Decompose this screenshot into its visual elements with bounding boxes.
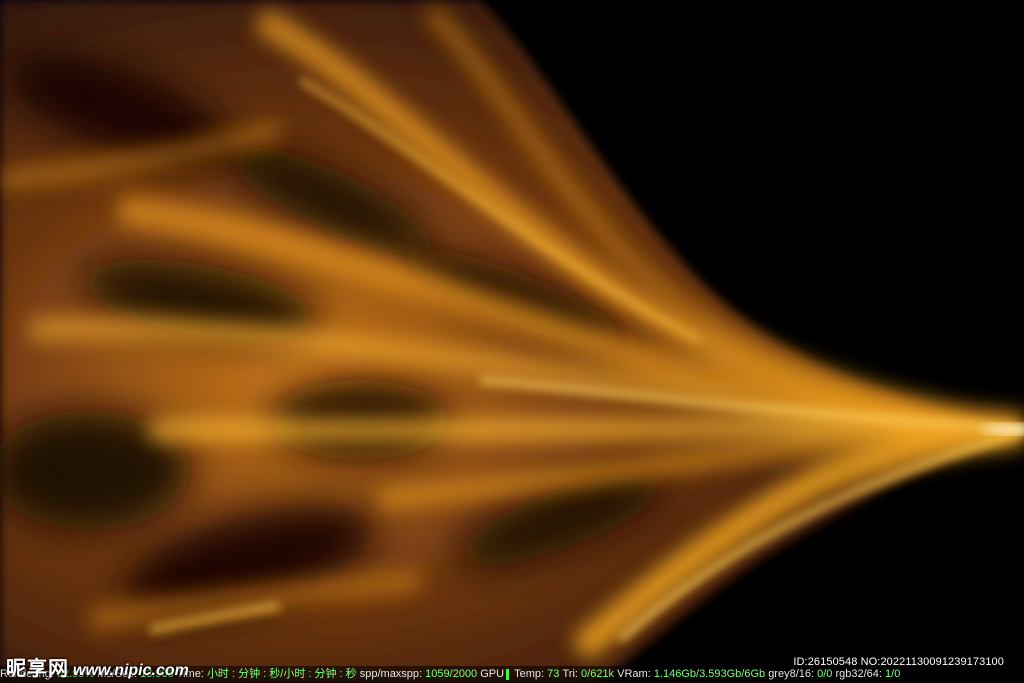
gpu-label: GPU [480, 668, 505, 680]
render-canvas [0, 0, 1024, 683]
golden-streaks-artwork [0, 0, 1024, 683]
tri-label: Tri: [562, 668, 578, 680]
rgb-label: rgb32/64: [835, 668, 882, 680]
vram-value: 1.146Gb/3.593Gb/6Gb [653, 668, 766, 680]
watermark-brand: 昵享网 [6, 658, 69, 680]
vram-label: VRam: [617, 668, 651, 680]
nipic-watermark: 昵享网 www.nipic.com [6, 652, 189, 681]
temp-value: 73 [547, 668, 560, 680]
tri-value: 0/621k [581, 668, 615, 680]
gpu-usage-bar [506, 668, 510, 680]
spp-label: spp/maxspp: [359, 668, 423, 680]
rgb-value: 1/0 [885, 668, 901, 680]
time-value: 小时 : 分钟 : 秒/小时 : 分钟 : 秒 [206, 668, 357, 680]
watermark-url: www.nipic.com [73, 662, 189, 679]
grey-value: 0/0 [817, 668, 833, 680]
spp-value: 1059/2000 [425, 668, 478, 680]
grey-label: grey8/16: [768, 668, 815, 680]
temp-label: Temp: [514, 668, 545, 680]
